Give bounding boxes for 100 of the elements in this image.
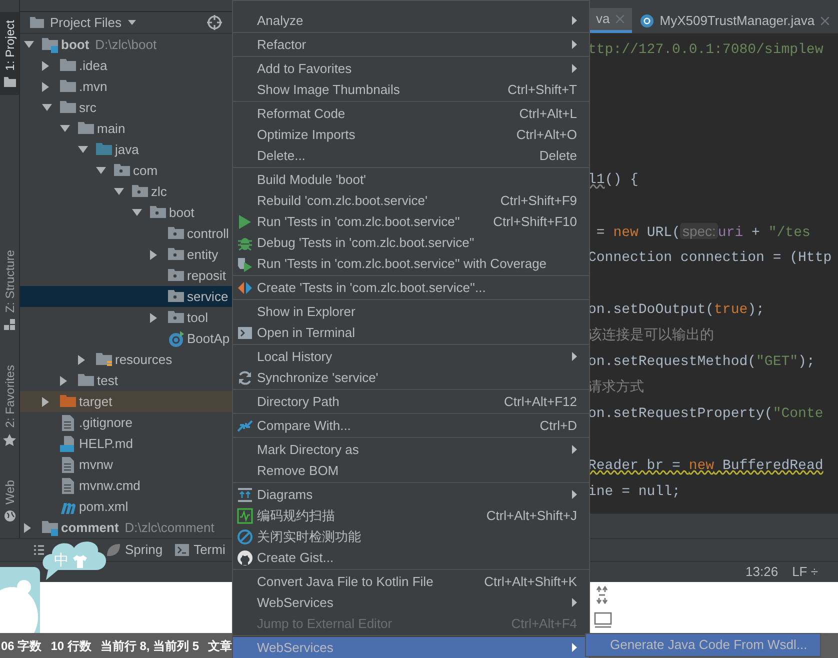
tool-window-tab[interactable]: Z: Structure: [0, 242, 19, 339]
menu-item[interactable]: WebServices: [233, 592, 589, 613]
menu-item[interactable]: Reformat Code Ctrl+Alt+L: [233, 103, 589, 124]
tree-row[interactable]: boot D:\zlc\boot: [20, 34, 232, 55]
menu-item[interactable]: Directory Path Ctrl+Alt+F12: [233, 391, 589, 412]
tree-row[interactable]: mvnw.cmd: [20, 475, 232, 496]
tree-row[interactable]: mvnw: [20, 454, 232, 475]
tree-row[interactable]: .mvn: [20, 76, 232, 97]
ime-mode: 中: [54, 551, 69, 571]
tree-row[interactable]: service: [20, 286, 232, 307]
tree-row[interactable]: zlc: [20, 181, 232, 202]
expand-arrow-icon[interactable]: [150, 312, 157, 322]
collapse-arrow-icon[interactable]: [132, 209, 142, 216]
menu-item[interactable]: Mark Directory as: [233, 439, 589, 460]
menu-item[interactable]: Compare With... Ctrl+D: [233, 415, 589, 436]
tree-row[interactable]: resources: [20, 349, 232, 370]
collapse-arrow-icon[interactable]: [78, 146, 88, 153]
menu-item[interactable]: Delete... Delete: [233, 145, 589, 166]
tree-row[interactable]: com: [20, 160, 232, 181]
expand-arrow-icon[interactable]: [24, 522, 31, 532]
shortcut-text: Ctrl+Shift+T: [508, 80, 577, 99]
package-icon: [168, 226, 184, 242]
tree-row[interactable]: pom.xml: [20, 496, 232, 517]
menu-item[interactable]: Add to Favorites: [233, 58, 589, 79]
tree-row[interactable]: .idea: [20, 55, 232, 76]
collapse-arrow-icon[interactable]: [60, 125, 70, 132]
menu-item[interactable]: Run 'Tests in 'com.zlc.boot.service'' Ctrl+Shift+F10: [233, 211, 589, 232]
menu-item[interactable]: Convert Java File to Kotlin File Ctrl+Alt+Shift+K: [233, 571, 589, 592]
tree-label: java: [115, 140, 139, 159]
expand-arrow-icon[interactable]: [42, 396, 49, 406]
tree-label: target: [79, 392, 112, 411]
view-selector[interactable]: Project Files: [50, 12, 136, 32]
tree-row[interactable]: tool: [20, 307, 232, 328]
collapse-arrow-icon[interactable]: [114, 188, 124, 195]
tree-row[interactable]: reposit: [20, 265, 232, 286]
leaf-icon: [106, 543, 120, 557]
tree-label: src: [79, 98, 96, 117]
module-icon: [42, 520, 58, 536]
menu-item[interactable]: Rebuild 'com.zlc.boot.service' Ctrl+Shift+F9: [233, 190, 589, 211]
tree-label: service: [187, 288, 228, 306]
tree-row[interactable]: BootAp: [20, 328, 232, 349]
tree-row[interactable]: target: [20, 391, 232, 412]
coverage-icon: [237, 256, 253, 272]
editor-tab[interactable]: MyX509TrustManager.java: [632, 8, 837, 33]
tool-window-tab[interactable]: Web: [0, 472, 19, 530]
folder-icon: [78, 372, 94, 388]
collapse-arrow-icon[interactable]: [96, 167, 106, 174]
expand-icon[interactable]: [594, 586, 610, 604]
menu-item[interactable]: Refactor: [233, 34, 589, 55]
monitor-icon[interactable]: [594, 612, 612, 628]
tree-row[interactable]: HELP.md: [20, 433, 232, 454]
menu-item[interactable]: Debug 'Tests in 'com.zlc.boot.service'': [233, 232, 589, 253]
tool-window-tab[interactable]: 1: Project: [0, 12, 19, 95]
globe-icon: [4, 510, 16, 522]
editor-tab[interactable]: va: [588, 8, 632, 33]
tree-label: HELP.md: [79, 434, 133, 453]
tree-row[interactable]: controll: [20, 223, 232, 244]
tree-row[interactable]: test: [20, 370, 232, 391]
menu-item[interactable]: Build Module 'boot': [233, 169, 589, 190]
menu-item[interactable]: Open in Terminal: [233, 322, 589, 343]
menu-item[interactable]: Remove BOM: [233, 460, 589, 481]
menu-item[interactable]: Analyze: [233, 10, 589, 31]
tool-window-tab[interactable]: 2: Favorites: [0, 356, 19, 454]
cursor-position[interactable]: 13:26: [746, 562, 778, 582]
menu-item[interactable]: Diagrams: [233, 484, 589, 505]
folder-icon: [78, 120, 94, 136]
list-icon[interactable]: [34, 545, 44, 555]
expand-arrow-icon[interactable]: [78, 354, 85, 364]
menu-item[interactable]: 编码规约扫描 Ctrl+Alt+Shift+J: [233, 505, 589, 526]
locate-icon[interactable]: [207, 15, 222, 30]
menu-item[interactable]: Synchronize 'service': [233, 367, 589, 388]
collapse-arrow-icon[interactable]: [24, 41, 34, 48]
tool-window-button[interactable]: Termi: [174, 540, 226, 560]
tree-row[interactable]: comment D:\zlc\comment: [20, 517, 232, 538]
shortcut-text: Ctrl+Shift+F10: [493, 212, 577, 231]
expand-arrow-icon[interactable]: [42, 60, 49, 70]
menu-item[interactable]: Create Gist...: [233, 547, 589, 568]
menu-item[interactable]: Local History: [233, 346, 589, 367]
menu-item[interactable]: Optimize Imports Ctrl+Alt+O: [233, 124, 589, 145]
menu-item[interactable]: Show in Explorer: [233, 301, 589, 322]
menu-item[interactable]: Create 'Tests in 'com.zlc.boot.service''...: [233, 277, 589, 298]
tool-window-button[interactable]: Spring: [106, 540, 163, 560]
expand-arrow-icon[interactable]: [60, 376, 67, 386]
code-line: on.setRequestProperty("Conte: [588, 404, 824, 424]
tree-row[interactable]: entity: [20, 244, 232, 265]
expand-arrow-icon[interactable]: [150, 250, 157, 260]
collapse-arrow-icon[interactable]: [42, 104, 52, 111]
menu-item[interactable]: 关闭实时检测功能: [233, 526, 589, 547]
tree-row[interactable]: boot: [20, 202, 232, 223]
tree-row[interactable]: src: [20, 97, 232, 118]
tree-row[interactable]: .gitignore: [20, 412, 232, 433]
expand-arrow-icon[interactable]: [42, 82, 49, 92]
menu-item[interactable]: Show Image Thumbnails Ctrl+Shift+T: [233, 79, 589, 100]
line-separator[interactable]: LF ÷: [792, 562, 818, 582]
tree-label: boot: [169, 204, 194, 222]
diamond-icon: [237, 280, 253, 296]
submenu-arrow-icon: [572, 40, 577, 49]
tree-row[interactable]: main: [20, 118, 232, 139]
tree-row[interactable]: java: [20, 139, 232, 160]
menu-item[interactable]: Run 'Tests in 'com.zlc.boot.service'' with Coverage: [233, 253, 589, 274]
